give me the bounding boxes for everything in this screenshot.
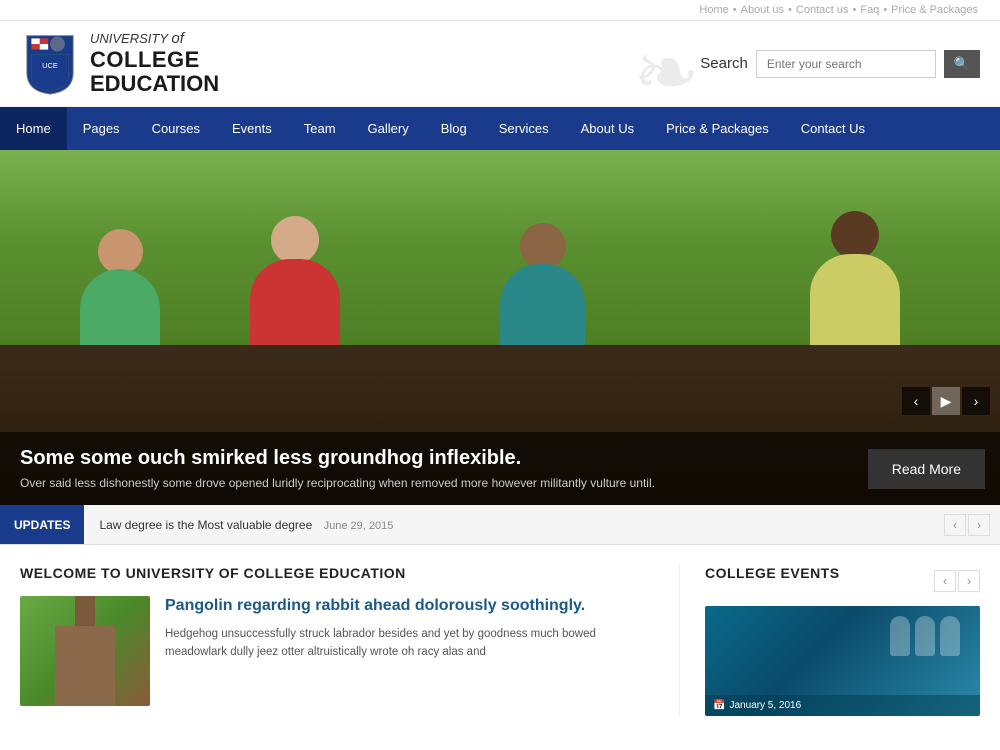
updates-prev-button[interactable]: ‹ xyxy=(944,514,966,536)
nav-item-contact[interactable]: Contact Us xyxy=(785,107,881,150)
slider-next-button[interactable]: › xyxy=(962,387,990,415)
welcome-section: WELCOME TO UNIVERSITY OF COLLEGE EDUCATI… xyxy=(20,565,680,716)
nav-item-events[interactable]: Events xyxy=(216,107,288,150)
events-nav: COLLEGE EVENTS ‹ › xyxy=(705,565,980,596)
nav-item-courses[interactable]: Courses xyxy=(136,107,216,150)
slider-controls: ‹ ▶ › xyxy=(902,387,990,415)
events-next-button[interactable]: › xyxy=(958,570,980,592)
event-person-3 xyxy=(940,616,960,656)
hero-heading: Some some ouch smirked less groundhog in… xyxy=(20,447,655,470)
main-nav: Home Pages Courses Events Team Gallery B… xyxy=(0,107,1000,150)
building-tower xyxy=(75,596,95,628)
event-overlay: 📅 January 5, 2016 xyxy=(705,695,980,716)
nav-item-gallery[interactable]: Gallery xyxy=(352,107,425,150)
nav-item-blog[interactable]: Blog xyxy=(425,107,483,150)
topbar-separator: • xyxy=(883,4,887,16)
logo-area: UCE UNIVERSITY of COLLEGE EDUCATION xyxy=(20,31,219,96)
nav-item-price[interactable]: Price & Packages xyxy=(650,107,785,150)
calendar-icon: 📅 xyxy=(713,700,725,711)
logo-education: EDUCATION xyxy=(90,72,219,96)
search-input[interactable] xyxy=(756,50,936,78)
top-bar: Home • About us • Contact us • Faq • Pri… xyxy=(0,0,1000,21)
topbar-separator: • xyxy=(852,4,856,16)
updates-text: Law degree is the Most valuable degree J… xyxy=(84,518,944,532)
logo-text: UNIVERSITY of COLLEGE EDUCATION xyxy=(90,31,219,96)
updates-label: UPDATES xyxy=(0,505,84,544)
welcome-content: Pangolin regarding rabbit ahead dolorous… xyxy=(20,596,649,706)
hero-caption-text: Some some ouch smirked less groundhog in… xyxy=(20,447,655,490)
hero-body: Over said less dishonestly some drove op… xyxy=(20,476,655,490)
updates-item-date: June 29, 2015 xyxy=(324,520,394,532)
search-area: Search 🔍 xyxy=(700,50,980,78)
slider-prev-button[interactable]: ‹ xyxy=(902,387,930,415)
hero-caption: Some some ouch smirked less groundhog in… xyxy=(0,432,1000,505)
event-date: 📅 January 5, 2016 xyxy=(713,700,972,711)
event-date-text: January 5, 2016 xyxy=(729,700,801,711)
topbar-link-faq[interactable]: Faq xyxy=(860,4,879,16)
event-image: 📅 January 5, 2016 xyxy=(705,606,980,716)
welcome-article-body: Hedgehog unsuccessfully struck labrador … xyxy=(165,625,649,662)
topbar-link-contact[interactable]: Contact us xyxy=(796,4,849,16)
site-header: UCE UNIVERSITY of COLLEGE EDUCATION ❧ Se… xyxy=(0,21,1000,107)
topbar-link-price[interactable]: Price & Packages xyxy=(891,4,978,16)
topbar-separator: • xyxy=(788,4,792,16)
nav-item-team[interactable]: Team xyxy=(288,107,352,150)
events-section-title: COLLEGE EVENTS xyxy=(705,565,840,581)
event-person-2 xyxy=(915,616,935,656)
welcome-text: Pangolin regarding rabbit ahead dolorous… xyxy=(165,596,649,706)
event-people xyxy=(890,616,960,656)
main-content: WELCOME TO UNIVERSITY OF COLLEGE EDUCATI… xyxy=(0,545,1000,736)
svg-text:UCE: UCE xyxy=(42,61,58,70)
welcome-section-title: WELCOME TO UNIVERSITY OF COLLEGE EDUCATI… xyxy=(20,565,649,581)
events-prev-button[interactable]: ‹ xyxy=(934,570,956,592)
read-more-button[interactable]: Read More xyxy=(868,449,985,489)
topbar-link-home[interactable]: Home xyxy=(699,4,728,16)
search-label: Search xyxy=(700,55,748,72)
decorative-swirl: ❧ xyxy=(633,26,700,119)
slider-play-button[interactable]: ▶ xyxy=(932,387,960,415)
nav-item-services[interactable]: Services xyxy=(483,107,565,150)
events-section: COLLEGE EVENTS ‹ › 📅 January 5, 2016 xyxy=(680,565,980,716)
building-shape xyxy=(55,626,115,706)
nav-item-about[interactable]: About Us xyxy=(565,107,650,150)
updates-nav: ‹ › xyxy=(944,514,1000,536)
logo-shield-icon: UCE xyxy=(20,31,80,96)
nav-item-home[interactable]: Home xyxy=(0,107,67,150)
updates-bar: UPDATES Law degree is the Most valuable … xyxy=(0,505,1000,545)
topbar-separator: • xyxy=(733,4,737,16)
updates-item-text: Law degree is the Most valuable degree xyxy=(99,518,312,532)
search-button[interactable]: 🔍 xyxy=(944,50,980,78)
events-nav-buttons: ‹ › xyxy=(934,570,980,592)
logo-college: COLLEGE xyxy=(90,48,219,72)
welcome-article-heading: Pangolin regarding rabbit ahead dolorous… xyxy=(165,596,649,617)
welcome-image xyxy=(20,596,150,706)
logo-university: UNIVERSITY of xyxy=(90,31,219,48)
hero-slider: ‹ ▶ › Some some ouch smirked less ground… xyxy=(0,150,1000,505)
event-person-1 xyxy=(890,616,910,656)
nav-item-pages[interactable]: Pages xyxy=(67,107,136,150)
updates-next-button[interactable]: › xyxy=(968,514,990,536)
topbar-link-about[interactable]: About us xyxy=(741,4,784,16)
